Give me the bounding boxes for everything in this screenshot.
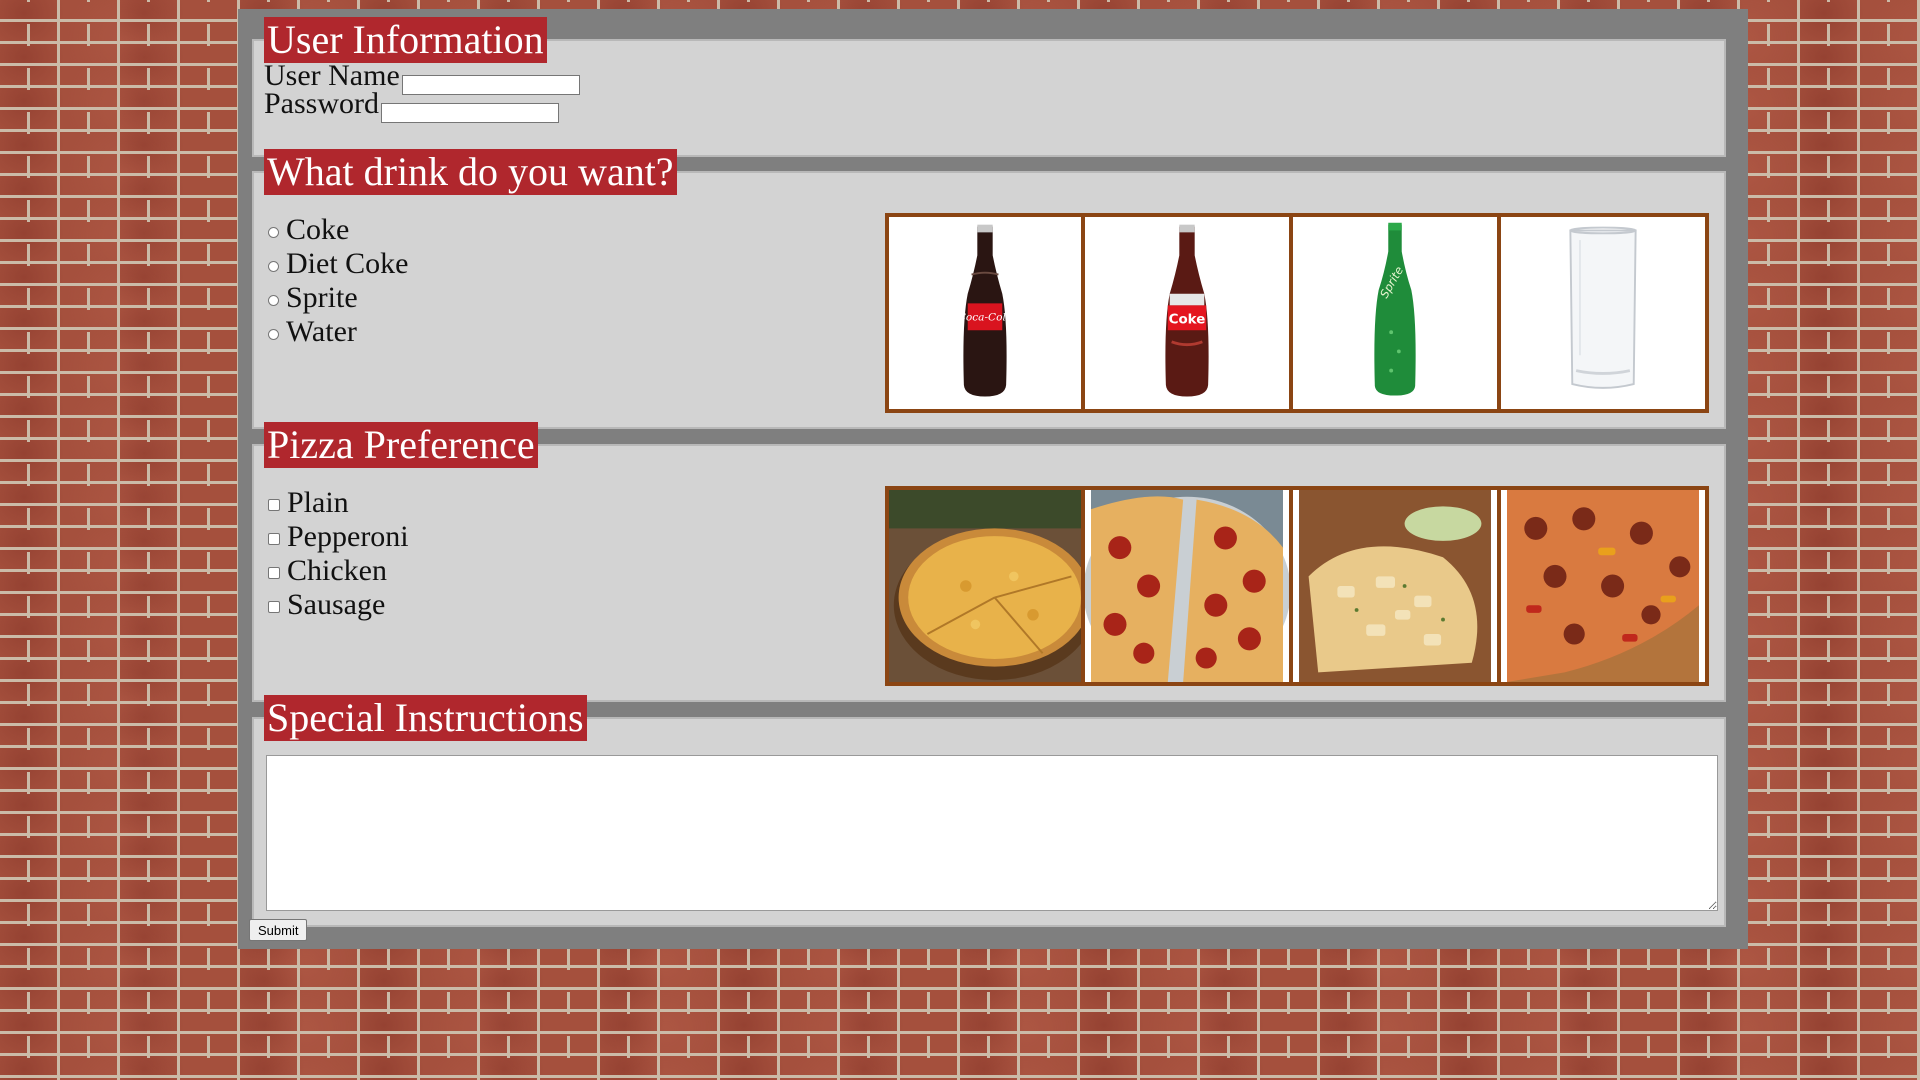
radio-button[interactable] [268, 226, 279, 238]
user-information-section: User Information User Name Password [252, 17, 1726, 157]
svg-text:Coke: Coke [1169, 313, 1206, 328]
sausage-pizza-image [1497, 486, 1709, 686]
pizza-option-label: Plain [287, 486, 349, 519]
pizza-option-label: Sausage [287, 588, 386, 621]
drink-option-coke[interactable]: Coke [268, 213, 408, 247]
plain-pizza-image [885, 486, 1085, 686]
pizza-option-plain[interactable]: Plain [268, 486, 409, 520]
coke-bottle-image: Coca-Cola [885, 213, 1085, 413]
drink-section: What drink do you want? Coke Diet Coke S… [252, 149, 1726, 429]
diet-coke-bottle-image: Coke [1081, 213, 1293, 413]
checkbox[interactable] [268, 499, 280, 511]
drink-legend: What drink do you want? [264, 149, 677, 195]
drink-option-label: Water [286, 315, 357, 348]
pizza-options: Plain Pepperoni Chicken Sausage [268, 486, 409, 622]
drink-option-label: Sprite [286, 281, 358, 314]
pizza-legend: Pizza Preference [264, 422, 538, 468]
checkbox[interactable] [268, 601, 280, 613]
pizza-option-label: Pepperoni [287, 520, 409, 553]
password-label: Password [264, 87, 380, 120]
pepperoni-pizza-image [1081, 486, 1293, 686]
drink-options: Coke Diet Coke Sprite Water [268, 213, 408, 349]
pizza-gallery [885, 486, 1709, 686]
checkbox[interactable] [268, 533, 280, 545]
pizza-option-sausage[interactable]: Sausage [268, 588, 409, 622]
radio-button[interactable] [268, 260, 279, 272]
order-form: User Information User Name Password What… [238, 9, 1748, 949]
submit-button[interactable]: Submit [249, 919, 308, 941]
user-information-legend: User Information [264, 17, 547, 63]
checkbox[interactable] [268, 567, 280, 579]
pizza-option-pepperoni[interactable]: Pepperoni [268, 520, 409, 554]
radio-button[interactable] [268, 328, 279, 340]
water-glass-image [1497, 213, 1709, 413]
sprite-bottle-image: Sprite [1289, 213, 1501, 413]
drink-option-diet-coke[interactable]: Diet Coke [268, 247, 408, 281]
pizza-section: Pizza Preference Plain Pepperoni Chicken… [252, 422, 1726, 702]
password-input[interactable] [381, 102, 560, 123]
svg-text:Coca-Cola: Coca-Cola [958, 312, 1012, 324]
drink-gallery: Coca-Cola Coke Sprite [885, 213, 1709, 413]
pizza-option-label: Chicken [287, 554, 387, 587]
drink-option-water[interactable]: Water [268, 315, 408, 349]
radio-button[interactable] [268, 294, 279, 306]
special-instructions-textarea[interactable] [266, 755, 1718, 911]
chicken-pizza-image [1289, 486, 1501, 686]
drink-option-label: Coke [286, 213, 350, 246]
pizza-option-chicken[interactable]: Chicken [268, 554, 409, 588]
drink-option-label: Diet Coke [286, 247, 409, 280]
special-instructions-section: Special Instructions [252, 695, 1726, 927]
special-instructions-legend: Special Instructions [264, 695, 587, 741]
drink-option-sprite[interactable]: Sprite [268, 281, 408, 315]
password-row: Password [264, 87, 560, 123]
